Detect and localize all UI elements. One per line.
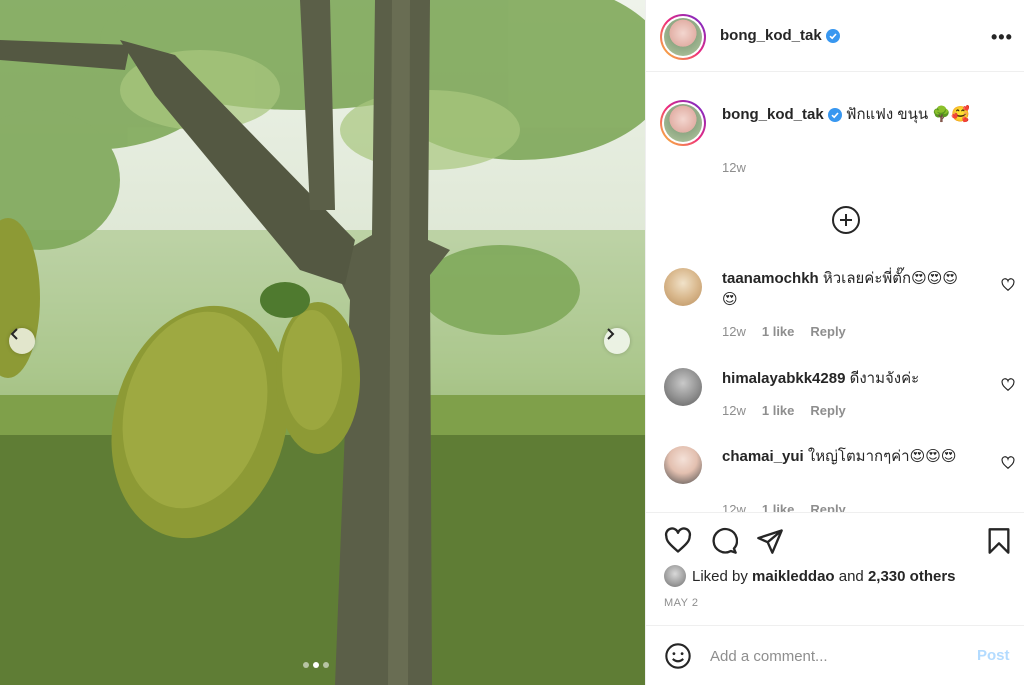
carousel-next-button[interactable] [604,328,630,354]
comment-time[interactable]: 12w [722,502,746,512]
smiley-icon[interactable] [664,642,692,670]
comment-meta: 12w 1 like Reply [722,502,846,512]
commenter-username[interactable]: taanamochkh [722,270,819,287]
comment-like-heart-icon[interactable] [1001,378,1015,392]
carousel-dot [323,662,329,668]
commenter-username[interactable]: chamai_yui [722,448,804,465]
verified-badge-icon [827,108,842,123]
author-username-text[interactable]: bong_kod_tak [720,27,822,44]
comment-like-heart-icon[interactable] [1001,278,1015,292]
caption-username[interactable]: bong_kod_tak [722,106,842,123]
verified-badge-icon [825,29,840,44]
commenter-avatar[interactable] [664,446,702,484]
caption-author-avatar[interactable] [660,100,706,146]
caption-username-text[interactable]: bong_kod_tak [722,106,824,123]
comment-time[interactable]: 12w [722,403,746,418]
carousel-dots [303,662,329,668]
caption-text-block: bong_kod_tak ฟักแฟง ขนุน 🌳🥰 [722,104,992,126]
commenter-avatar[interactable] [664,368,702,406]
post-side-panel: bong_kod_tak ••• bong_kod_tak ฟักแฟง ขนุ… [645,0,1024,685]
post-header: bong_kod_tak ••• [646,0,1024,72]
more-options-icon[interactable]: ••• [991,27,1013,48]
post-actions: Liked by maikleddao and 2,330 others MAY… [646,512,1024,625]
carousel-prev-button[interactable] [9,328,35,354]
commenter-avatar[interactable] [664,268,702,306]
bookmark-icon[interactable] [985,527,1013,555]
paper-plane-icon[interactable] [756,527,784,555]
comment-meta: 12w 1 like Reply [722,324,846,339]
heart-icon[interactable] [664,527,692,555]
liker-username[interactable]: maikleddao [752,568,835,585]
comment-like-heart-icon[interactable] [1001,456,1015,470]
author-avatar[interactable] [660,14,706,60]
comment-body: chamai_yui ใหญ่โตมากๆค่า😍😍😍 [722,446,972,467]
post-comment-button[interactable]: Post [977,647,1010,664]
add-comment-bar: Post [646,625,1024,685]
comment-likes[interactable]: 1 like [762,324,795,339]
jackfruit-tree-illustration [0,0,645,685]
comments-list[interactable]: taanamochkh หิวเลยค่ะพี่ตั๊ก😍😍😍😍 12w 1 l… [646,250,1024,512]
comment-input[interactable] [710,644,960,668]
comment-time[interactable]: 12w [722,324,746,339]
likes-others-count[interactable]: 2,330 others [868,568,956,585]
chevron-right-icon [607,328,615,340]
commenter-username[interactable]: himalayabkk4289 [722,370,845,387]
caption-text: ฟักแฟง ขนุน 🌳🥰 [845,106,970,123]
caption-timestamp[interactable]: 12w [722,160,746,175]
post-date[interactable]: MAY 2 [664,597,699,609]
comment-reply-button[interactable]: Reply [810,324,845,339]
likes-summary: Liked by maikleddao and 2,330 others [664,565,956,587]
carousel-dot-active [313,662,319,668]
comment-likes[interactable]: 1 like [762,502,795,512]
comment-bubble-icon[interactable] [710,527,738,555]
comment-likes[interactable]: 1 like [762,403,795,418]
comment-text: ดีงามจังค่ะ [849,370,920,387]
chevron-left-icon [10,328,18,340]
comment-reply-button[interactable]: Reply [810,502,845,512]
likes-joiner: and [838,567,864,585]
author-username[interactable]: bong_kod_tak [720,27,840,44]
carousel-dot [303,662,309,668]
comment-reply-button[interactable]: Reply [810,403,845,418]
post-photo[interactable] [0,0,645,685]
liker-avatar[interactable] [664,565,686,587]
likes-prefix: Liked by [692,567,748,585]
comment-body: taanamochkh หิวเลยค่ะพี่ตั๊ก😍😍😍😍 [722,268,972,310]
comment-text: ใหญ่โตมากๆค่า😍😍😍 [807,448,957,465]
plus-circle-icon [840,214,852,226]
comment-body: himalayabkk4289 ดีงามจังค่ะ [722,368,972,389]
load-more-comments-button[interactable] [832,206,860,234]
comment-meta: 12w 1 like Reply [722,403,846,418]
